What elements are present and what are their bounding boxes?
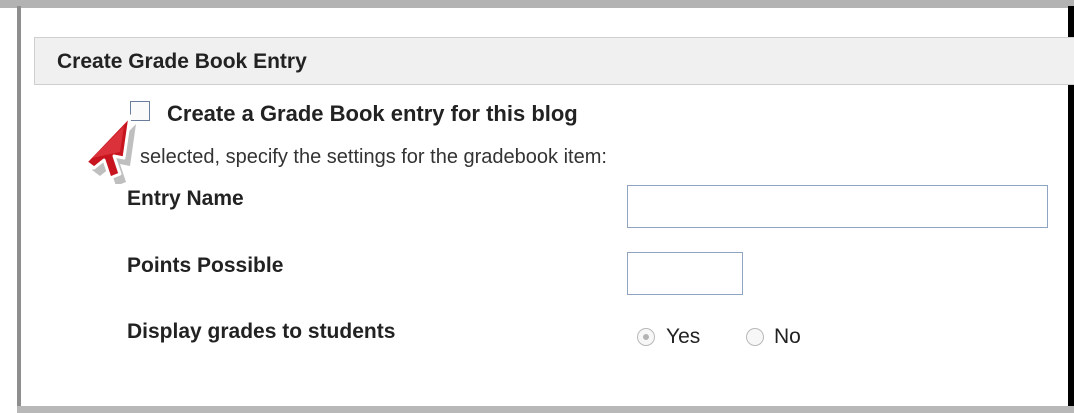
points-possible-input[interactable] xyxy=(627,252,743,295)
section-header: Create Grade Book Entry xyxy=(34,37,1074,85)
entry-name-input[interactable] xyxy=(627,185,1048,228)
settings-hint: selected, specify the settings for the g… xyxy=(140,146,607,168)
section-title: Create Grade Book Entry xyxy=(57,50,307,73)
radio-yes-label[interactable]: Yes xyxy=(666,325,700,349)
radio-no-label[interactable]: No xyxy=(774,325,801,349)
window-frame-left xyxy=(17,6,21,413)
radio-selected-dot xyxy=(643,334,649,340)
mouse-pointer-icon xyxy=(84,114,136,184)
window-frame-bottom xyxy=(17,406,1074,413)
window-frame-top xyxy=(0,0,1074,8)
create-gradebook-entry-label[interactable]: Create a Grade Book entry for this blog xyxy=(167,101,578,127)
radio-no[interactable] xyxy=(746,328,764,346)
radio-yes[interactable] xyxy=(637,328,655,346)
points-possible-label: Points Possible xyxy=(127,254,284,277)
entry-name-label: Entry Name xyxy=(127,187,244,210)
display-grades-label: Display grades to students xyxy=(127,320,396,343)
